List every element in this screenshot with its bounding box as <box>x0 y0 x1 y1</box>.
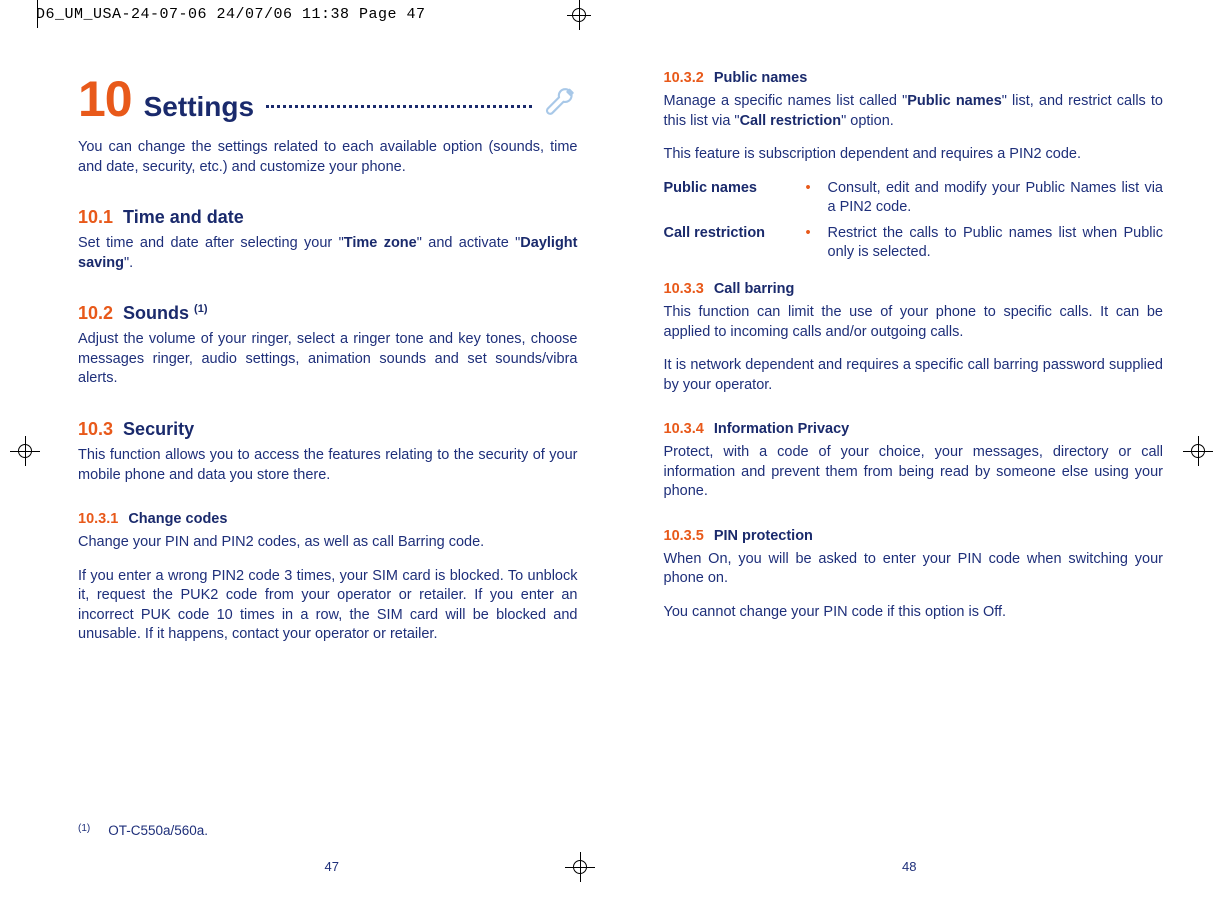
section-10-3-3-p1: This function can limit the use of your … <box>664 303 1164 342</box>
section-number: 10.3.3 <box>664 281 704 297</box>
section-number: 10.3.4 <box>664 421 704 437</box>
wrench-icon <box>544 86 578 120</box>
bullet-icon: • <box>806 224 816 263</box>
definition-text: Consult, edit and modify your Public Nam… <box>828 179 1164 218</box>
page-47: 10 Settings You can change the settings … <box>78 70 586 838</box>
intro-paragraph: You can change the settings related to e… <box>78 138 578 177</box>
section-title: PIN protection <box>714 528 813 544</box>
section-10-3-body: This function allows you to access the f… <box>78 446 578 485</box>
registration-mark-top <box>555 6 603 24</box>
section-10-1-body: Set time and date after selecting your "… <box>78 234 578 273</box>
print-slug: D6_UM_USA-24-07-06 24/07/06 11:38 Page 4… <box>36 6 426 23</box>
section-10-3-5-p2: You cannot change your PIN code if this … <box>664 603 1164 623</box>
section-number: 10.3.2 <box>664 70 704 86</box>
page-number: 47 <box>325 859 339 874</box>
section-10-3-1-heading: 10.3.1 Change codes <box>78 511 578 527</box>
chapter-number: 10 <box>78 70 132 128</box>
section-10-1-heading: 10.1 Time and date <box>78 207 578 228</box>
section-10-3-1-p2: If you enter a wrong PIN2 code 3 times, … <box>78 567 578 645</box>
section-10-3-1-p1: Change your PIN and PIN2 codes, as well … <box>78 533 578 553</box>
footnote-marker: (1) <box>194 303 207 315</box>
section-title: Security <box>123 419 194 439</box>
section-10-3-2-p2: This feature is subscription dependent a… <box>664 145 1164 165</box>
section-number: 10.3.5 <box>664 528 704 544</box>
chapter-heading: 10 Settings <box>78 70 578 128</box>
section-10-3-4-heading: 10.3.4 Information Privacy <box>664 421 1164 437</box>
footnote-mark: (1) <box>78 823 90 838</box>
section-title: Time and date <box>123 207 244 227</box>
section-number: 10.3.1 <box>78 511 118 527</box>
page-spread: 10 Settings You can change the settings … <box>78 70 1163 838</box>
section-10-3-3-p2: It is network dependent and requires a s… <box>664 356 1164 395</box>
term: Public names <box>664 179 794 218</box>
registration-mark-right <box>1183 436 1213 466</box>
section-title: Call barring <box>714 281 795 297</box>
section-10-3-5-p1: When On, you will be asked to enter your… <box>664 550 1164 589</box>
section-10-3-5-heading: 10.3.5 PIN protection <box>664 528 1164 544</box>
section-number: 10.3 <box>78 419 113 439</box>
bullet-icon: • <box>806 179 816 218</box>
footnote: (1) OT-C550a/560a. <box>78 813 578 838</box>
page-48: 10.3.2 Public names Manage a specific nam… <box>656 70 1164 838</box>
section-10-3-2-heading: 10.3.2 Public names <box>664 70 1164 86</box>
section-10-3-heading: 10.3 Security <box>78 419 578 440</box>
section-title: Information Privacy <box>714 421 849 437</box>
definition-call-restriction: Call restriction • Restrict the calls to… <box>664 224 1164 263</box>
term: Call restriction <box>664 224 794 263</box>
section-number: 10.2 <box>78 303 113 323</box>
definition-text: Restrict the calls to Public names list … <box>828 224 1164 263</box>
section-10-3-2-p1: Manage a specific names list called "Pub… <box>664 92 1164 131</box>
chapter-title: Settings <box>144 91 254 123</box>
section-title: Change codes <box>128 511 227 527</box>
section-title: Sounds <box>123 303 194 323</box>
page-number: 48 <box>902 859 916 874</box>
section-10-3-3-heading: 10.3.3 Call barring <box>664 281 1164 297</box>
section-number: 10.1 <box>78 207 113 227</box>
section-10-2-body: Adjust the volume of your ringer, select… <box>78 330 578 389</box>
leader-dots <box>266 105 531 108</box>
section-title: Public names <box>714 70 807 86</box>
footnote-text: OT-C550a/560a. <box>108 823 208 838</box>
section-10-3-4-body: Protect, with a code of your choice, you… <box>664 443 1164 502</box>
definition-public-names: Public names • Consult, edit and modify … <box>664 179 1164 218</box>
registration-mark-left <box>10 436 40 466</box>
registration-mark-bottom <box>565 852 595 882</box>
section-10-2-heading: 10.2 Sounds (1) <box>78 303 578 324</box>
